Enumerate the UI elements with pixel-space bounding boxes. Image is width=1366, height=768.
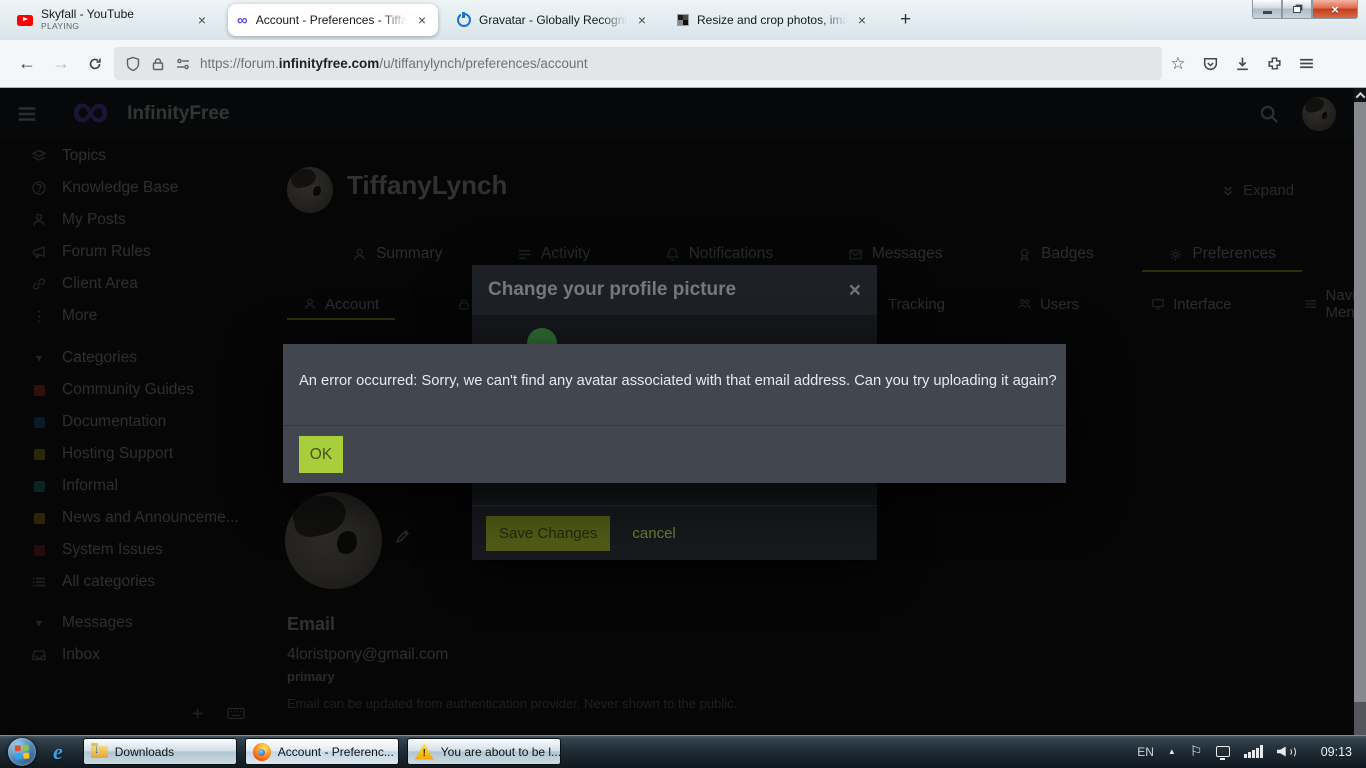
modal-header: Change your profile picture ×	[472, 265, 877, 315]
browser-chrome: Skyfall - YouTube PLAYING × ∞ Account - …	[0, 0, 1366, 88]
error-dialog: An error occurred: Sorry, we can't find …	[283, 344, 1066, 483]
permissions-icon	[175, 56, 191, 72]
internet-explorer-icon[interactable]: e	[53, 739, 63, 765]
window-controls: ×	[1252, 0, 1358, 19]
downloads-folder-icon: ↓	[91, 746, 108, 758]
tab-resize-photos[interactable]: Resize and crop photos, images ×	[668, 4, 878, 36]
taskbar-button-downloads[interactable]: ↓ Downloads	[83, 738, 237, 765]
reload-icon	[87, 56, 103, 72]
infinityfree-favicon: ∞	[237, 13, 248, 28]
taskbar-clock[interactable]: 09:13	[1321, 745, 1352, 759]
save-changes-button[interactable]: Save Changes	[486, 516, 610, 551]
firefox-icon	[253, 743, 271, 761]
volume-icon[interactable]	[1277, 745, 1297, 759]
minimize-icon	[1263, 11, 1272, 14]
tab-title: Resize and crop photos, images	[697, 13, 847, 27]
language-indicator[interactable]: EN	[1137, 745, 1154, 759]
pocket-icon	[1202, 55, 1219, 72]
minimize-button[interactable]	[1252, 0, 1282, 19]
scrollbar-up-arrow[interactable]	[1354, 88, 1366, 102]
gravatar-favicon	[457, 13, 471, 27]
nav-toolbar: ← → https://forum.infinityfree.com/u/tif…	[0, 40, 1366, 88]
download-icon	[1234, 55, 1251, 72]
network-display-icon[interactable]	[1216, 746, 1230, 757]
tab-title: Account - Preferences - Tiffany	[256, 13, 407, 27]
url-bar[interactable]: https://forum.infinityfree.com/u/tiffany…	[114, 47, 1162, 80]
tab-title: Gravatar - Globally Recognized	[479, 13, 627, 27]
puzzle-icon	[1266, 55, 1283, 72]
photo-favicon	[677, 14, 689, 26]
app-menu-button[interactable]	[1290, 48, 1322, 80]
show-hidden-icons[interactable]: ▲	[1168, 747, 1176, 756]
back-button[interactable]: ←	[10, 48, 44, 80]
hamburger-icon	[1298, 55, 1315, 72]
close-window-button[interactable]: ×	[1312, 0, 1358, 19]
download-arrow-icon: ↓	[94, 742, 100, 756]
tab-forum-active[interactable]: ∞ Account - Preferences - Tiffany ×	[228, 4, 438, 36]
taskbar-button-warning[interactable]: ! You are about to be l...	[407, 738, 561, 765]
system-tray: EN ▲ ⚐ 09:13	[1137, 743, 1366, 760]
new-tab-button[interactable]: +	[894, 9, 917, 31]
shield-icon	[125, 56, 141, 72]
downloads-button[interactable]	[1226, 48, 1258, 80]
windows-logo-icon	[15, 744, 30, 759]
lock-icon	[150, 56, 166, 72]
signal-bars-icon[interactable]	[1244, 745, 1262, 758]
reload-button[interactable]	[78, 48, 112, 80]
windows-taskbar: e ↓ Downloads Account - Preferenc... ! Y…	[0, 735, 1366, 768]
tab-playing-badge: PLAYING	[41, 22, 187, 32]
modal-title: Change your profile picture	[488, 279, 736, 301]
warning-triangle-icon: !	[415, 744, 434, 760]
pocket-button[interactable]	[1194, 48, 1226, 80]
tab-strip: Skyfall - YouTube PLAYING × ∞ Account - …	[0, 0, 1366, 40]
tab-title: Skyfall - YouTube	[41, 8, 187, 22]
ok-button[interactable]: OK	[299, 436, 343, 473]
start-button[interactable]	[8, 738, 36, 766]
youtube-icon	[17, 15, 33, 26]
scrollbar-thumb[interactable]	[1354, 102, 1366, 702]
modal-close-icon[interactable]: ×	[849, 280, 861, 301]
restore-button[interactable]	[1282, 0, 1312, 19]
url-domain: infinityfree.com	[279, 56, 380, 71]
taskbar-button-firefox[interactable]: Account - Preferenc...	[245, 738, 399, 765]
error-message: An error occurred: Sorry, we can't find …	[283, 344, 1066, 389]
modal-footer: Save Changes cancel	[472, 505, 877, 560]
tab-gravatar[interactable]: Gravatar - Globally Recognized ×	[448, 4, 658, 36]
screen: Skyfall - YouTube PLAYING × ∞ Account - …	[0, 0, 1366, 768]
error-dialog-footer: OK	[283, 425, 1066, 483]
tab-close-icon[interactable]: ×	[195, 12, 209, 28]
tab-youtube[interactable]: Skyfall - YouTube PLAYING ×	[8, 4, 218, 36]
url-text: https://forum.infinityfree.com/u/tiffany…	[200, 56, 588, 71]
close-icon: ×	[1331, 2, 1339, 17]
bookmark-star-icon[interactable]: ☆	[1162, 48, 1194, 80]
tab-close-icon[interactable]: ×	[855, 12, 869, 28]
cancel-link[interactable]: cancel	[632, 525, 675, 542]
tab-close-icon[interactable]: ×	[415, 12, 429, 28]
extensions-button[interactable]	[1258, 48, 1290, 80]
restore-icon	[1293, 6, 1301, 13]
forward-button[interactable]: →	[44, 48, 78, 80]
page-viewport: ∞ InfinityFree Topics Knowledge Base	[0, 88, 1366, 735]
page-scrollbar[interactable]	[1354, 88, 1366, 735]
action-center-flag-icon[interactable]: ⚐	[1190, 743, 1203, 760]
tab-close-icon[interactable]: ×	[635, 12, 649, 28]
